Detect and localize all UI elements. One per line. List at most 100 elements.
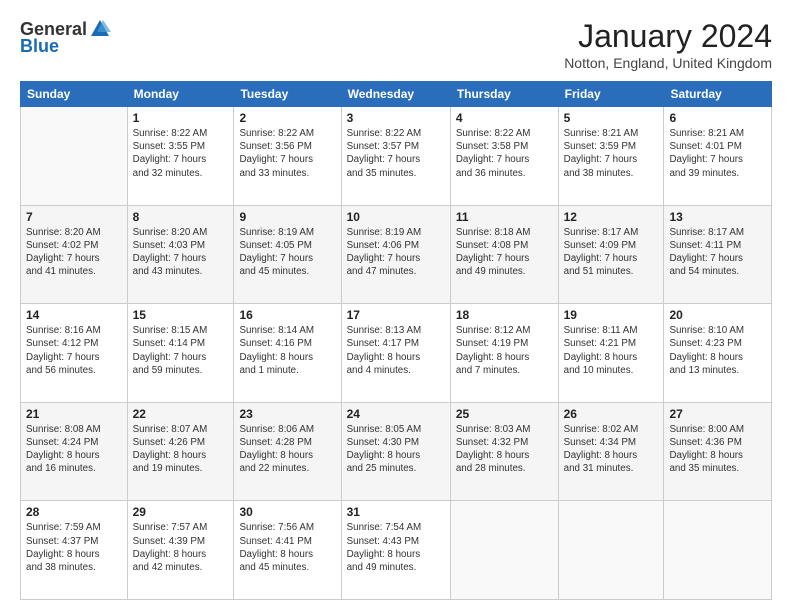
day-detail: Sunrise: 8:12 AM Sunset: 4:19 PM Dayligh… [456, 324, 553, 377]
table-row: 3 Sunrise: 8:22 AM Sunset: 3:57 PM Daylig… [341, 107, 450, 206]
col-saturday: Saturday [664, 82, 772, 107]
calendar-week-row: 28 Sunrise: 7:59 AM Sunset: 4:37 PM Dayli… [21, 501, 772, 600]
day-number: 8 [133, 210, 229, 224]
calendar-week-row: 21 Sunrise: 8:08 AM Sunset: 4:24 PM Dayli… [21, 402, 772, 501]
day-detail: Sunrise: 8:05 AM Sunset: 4:30 PM Dayligh… [347, 423, 445, 476]
day-detail: Sunrise: 8:00 AM Sunset: 4:36 PM Dayligh… [669, 423, 766, 476]
day-detail: Sunrise: 7:59 AM Sunset: 4:37 PM Dayligh… [26, 521, 122, 574]
calendar-header-row: Sunday Monday Tuesday Wednesday Thursday… [21, 82, 772, 107]
page: General Blue January 2024 Notton, Englan… [0, 0, 792, 612]
day-number: 25 [456, 407, 553, 421]
logo-icon [89, 18, 111, 40]
table-row: 19 Sunrise: 8:11 AM Sunset: 4:21 PM Dayli… [558, 304, 664, 403]
day-detail: Sunrise: 8:21 AM Sunset: 3:59 PM Dayligh… [564, 127, 659, 180]
day-number: 11 [456, 210, 553, 224]
col-thursday: Thursday [450, 82, 558, 107]
day-detail: Sunrise: 8:14 AM Sunset: 4:16 PM Dayligh… [239, 324, 335, 377]
day-detail: Sunrise: 8:13 AM Sunset: 4:17 PM Dayligh… [347, 324, 445, 377]
day-detail: Sunrise: 8:17 AM Sunset: 4:11 PM Dayligh… [669, 226, 766, 279]
table-row [450, 501, 558, 600]
table-row: 22 Sunrise: 8:07 AM Sunset: 4:26 PM Dayli… [127, 402, 234, 501]
table-row: 31 Sunrise: 7:54 AM Sunset: 4:43 PM Dayli… [341, 501, 450, 600]
day-number: 2 [239, 111, 335, 125]
day-detail: Sunrise: 8:20 AM Sunset: 4:03 PM Dayligh… [133, 226, 229, 279]
day-number: 17 [347, 308, 445, 322]
table-row [558, 501, 664, 600]
day-detail: Sunrise: 8:22 AM Sunset: 3:58 PM Dayligh… [456, 127, 553, 180]
col-sunday: Sunday [21, 82, 128, 107]
table-row: 16 Sunrise: 8:14 AM Sunset: 4:16 PM Dayli… [234, 304, 341, 403]
day-detail: Sunrise: 8:15 AM Sunset: 4:14 PM Dayligh… [133, 324, 229, 377]
day-number: 9 [239, 210, 335, 224]
day-detail: Sunrise: 8:02 AM Sunset: 4:34 PM Dayligh… [564, 423, 659, 476]
day-number: 4 [456, 111, 553, 125]
table-row: 23Sunrise: 8:06 AM Sunset: 4:28 PM Dayli… [234, 402, 341, 501]
day-detail: Sunrise: 8:19 AM Sunset: 4:06 PM Dayligh… [347, 226, 445, 279]
day-number: 10 [347, 210, 445, 224]
calendar-week-row: 14Sunrise: 8:16 AM Sunset: 4:12 PM Dayli… [21, 304, 772, 403]
table-row: 11 Sunrise: 8:18 AM Sunset: 4:08 PM Dayli… [450, 205, 558, 304]
table-row: 2Sunrise: 8:22 AM Sunset: 3:56 PM Daylig… [234, 107, 341, 206]
day-number: 21 [26, 407, 122, 421]
table-row: 13 Sunrise: 8:17 AM Sunset: 4:11 PM Dayli… [664, 205, 772, 304]
day-number: 30 [239, 505, 335, 519]
table-row: 8 Sunrise: 8:20 AM Sunset: 4:03 PM Daylig… [127, 205, 234, 304]
header: General Blue January 2024 Notton, Englan… [20, 18, 772, 71]
table-row: 26 Sunrise: 8:02 AM Sunset: 4:34 PM Dayli… [558, 402, 664, 501]
day-detail: Sunrise: 8:17 AM Sunset: 4:09 PM Dayligh… [564, 226, 659, 279]
day-number: 24 [347, 407, 445, 421]
table-row: 21 Sunrise: 8:08 AM Sunset: 4:24 PM Dayli… [21, 402, 128, 501]
day-detail: Sunrise: 8:11 AM Sunset: 4:21 PM Dayligh… [564, 324, 659, 377]
day-number: 26 [564, 407, 659, 421]
table-row: 9Sunrise: 8:19 AM Sunset: 4:05 PM Daylig… [234, 205, 341, 304]
day-detail: Sunrise: 8:07 AM Sunset: 4:26 PM Dayligh… [133, 423, 229, 476]
day-detail: Sunrise: 8:10 AM Sunset: 4:23 PM Dayligh… [669, 324, 766, 377]
day-number: 12 [564, 210, 659, 224]
table-row [664, 501, 772, 600]
day-detail: Sunrise: 8:03 AM Sunset: 4:32 PM Dayligh… [456, 423, 553, 476]
day-detail: Sunrise: 8:21 AM Sunset: 4:01 PM Dayligh… [669, 127, 766, 180]
day-number: 20 [669, 308, 766, 322]
day-detail: Sunrise: 8:22 AM Sunset: 3:55 PM Dayligh… [133, 127, 229, 180]
day-number: 5 [564, 111, 659, 125]
month-title: January 2024 [564, 18, 772, 55]
day-number: 3 [347, 111, 445, 125]
day-detail: Sunrise: 7:54 AM Sunset: 4:43 PM Dayligh… [347, 521, 445, 574]
table-row: 1Sunrise: 8:22 AM Sunset: 3:55 PM Daylig… [127, 107, 234, 206]
table-row: 28 Sunrise: 7:59 AM Sunset: 4:37 PM Dayli… [21, 501, 128, 600]
table-row: 18 Sunrise: 8:12 AM Sunset: 4:19 PM Dayli… [450, 304, 558, 403]
logo-blue: Blue [20, 36, 59, 57]
col-wednesday: Wednesday [341, 82, 450, 107]
calendar: Sunday Monday Tuesday Wednesday Thursday… [20, 81, 772, 600]
table-row: 17 Sunrise: 8:13 AM Sunset: 4:17 PM Dayli… [341, 304, 450, 403]
table-row: 12 Sunrise: 8:17 AM Sunset: 4:09 PM Dayli… [558, 205, 664, 304]
table-row: 24 Sunrise: 8:05 AM Sunset: 4:30 PM Dayli… [341, 402, 450, 501]
logo: General Blue [20, 18, 111, 57]
day-detail: Sunrise: 8:18 AM Sunset: 4:08 PM Dayligh… [456, 226, 553, 279]
table-row: 30 Sunrise: 7:56 AM Sunset: 4:41 PM Dayli… [234, 501, 341, 600]
day-detail: Sunrise: 8:08 AM Sunset: 4:24 PM Dayligh… [26, 423, 122, 476]
table-row: 14Sunrise: 8:16 AM Sunset: 4:12 PM Dayli… [21, 304, 128, 403]
day-number: 16 [239, 308, 335, 322]
day-number: 27 [669, 407, 766, 421]
day-detail: Sunrise: 8:20 AM Sunset: 4:02 PM Dayligh… [26, 226, 122, 279]
day-detail: Sunrise: 8:22 AM Sunset: 3:57 PM Dayligh… [347, 127, 445, 180]
day-number: 14 [26, 308, 122, 322]
table-row: 20 Sunrise: 8:10 AM Sunset: 4:23 PM Dayli… [664, 304, 772, 403]
day-number: 15 [133, 308, 229, 322]
day-number: 18 [456, 308, 553, 322]
day-number: 29 [133, 505, 229, 519]
day-number: 22 [133, 407, 229, 421]
day-detail: Sunrise: 8:06 AM Sunset: 4:28 PM Dayligh… [239, 423, 335, 476]
table-row [21, 107, 128, 206]
day-number: 7 [26, 210, 122, 224]
day-number: 28 [26, 505, 122, 519]
day-number: 13 [669, 210, 766, 224]
day-number: 19 [564, 308, 659, 322]
day-detail: Sunrise: 7:56 AM Sunset: 4:41 PM Dayligh… [239, 521, 335, 574]
table-row: 25 Sunrise: 8:03 AM Sunset: 4:32 PM Dayli… [450, 402, 558, 501]
col-tuesday: Tuesday [234, 82, 341, 107]
day-number: 31 [347, 505, 445, 519]
table-row: 7 Sunrise: 8:20 AM Sunset: 4:02 PM Daylig… [21, 205, 128, 304]
table-row: 10 Sunrise: 8:19 AM Sunset: 4:06 PM Dayli… [341, 205, 450, 304]
